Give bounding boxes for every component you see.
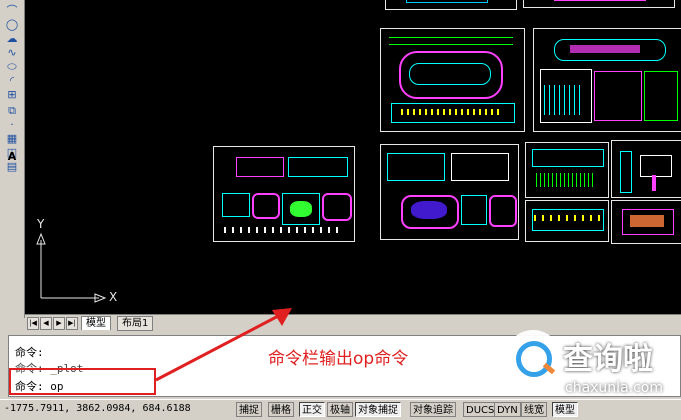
watermark-brand: 查询啦	[563, 342, 653, 377]
watermark: 查询啦 chaxunla.com	[497, 322, 681, 402]
drawing-sheet	[385, 0, 517, 10]
drawing-sheet	[611, 200, 681, 244]
drawing-sheet	[380, 28, 525, 132]
watermark-domain: chaxunla.com	[565, 380, 663, 396]
drawing-sheet	[525, 142, 609, 198]
drawing-area[interactable]: Y X	[25, 0, 681, 314]
last-tab-button[interactable]: ▶|	[66, 317, 78, 330]
toggle-snap[interactable]: 捕捉	[236, 402, 262, 417]
coordinate-readout: -1775.7911, 3862.0984, 684.6188	[4, 403, 191, 414]
ucs-x-label: X	[109, 290, 118, 304]
watermark-logo-icon	[505, 330, 561, 386]
command-history-line: 命令:	[15, 346, 44, 359]
spline-icon[interactable]: ∿	[5, 46, 19, 59]
first-tab-button[interactable]: |◀	[27, 317, 39, 330]
toggle-lineweight[interactable]: 线宽	[521, 402, 547, 417]
ellipse-arc-icon[interactable]: ◜	[5, 74, 19, 87]
drawing-sheet	[611, 140, 681, 198]
tab-layout1[interactable]: 布局1	[117, 316, 154, 331]
drawing-sheet	[380, 144, 519, 240]
drawing-sheet	[213, 146, 355, 242]
circle-icon[interactable]: ◯	[5, 18, 19, 31]
hatch-icon[interactable]: ▦	[5, 132, 19, 145]
toggle-grid[interactable]: 栅格	[268, 402, 294, 417]
annotation-text: 命令栏输出op命令	[268, 349, 409, 369]
arc-icon[interactable]: ⌒	[5, 4, 19, 17]
annotation-arrow	[155, 308, 292, 382]
insert-block-icon[interactable]: ⊞	[5, 88, 19, 101]
annotation-highlight-box	[9, 368, 156, 395]
revision-cloud-icon[interactable]: ☁	[5, 32, 19, 45]
draw-toolbar: ⌒ ◯ ☁ ∿ ⬭ ◜ ⊞ ⧉ · ▦ ◫ ▤ A	[0, 0, 25, 318]
tab-model[interactable]: 模型	[81, 316, 111, 330]
status-bar: -1775.7911, 3862.0984, 684.6188 捕捉 栅格 正交…	[0, 399, 681, 420]
drawing-sheet	[533, 28, 681, 132]
point-icon[interactable]: ·	[5, 118, 19, 131]
toggle-ducs[interactable]: DUCS	[463, 402, 498, 417]
ucs-icon	[36, 232, 107, 303]
toggle-otrack[interactable]: 对象追踪	[410, 402, 456, 417]
drawing-sheet	[523, 0, 675, 8]
toggle-dyn[interactable]: DYN	[494, 402, 521, 417]
drawing-sheet	[525, 200, 609, 242]
text-tool-icon[interactable]: A	[5, 150, 19, 163]
next-tab-button[interactable]: ▶	[53, 317, 65, 330]
ucs-y-label: Y	[37, 217, 45, 231]
ellipse-icon[interactable]: ⬭	[5, 60, 19, 73]
make-block-icon[interactable]: ⧉	[5, 104, 19, 117]
toggle-osnap[interactable]: 对象捕捉	[355, 402, 401, 417]
toggle-model[interactable]: 模型	[552, 402, 578, 417]
toggle-polar[interactable]: 极轴	[327, 402, 353, 417]
toggle-ortho[interactable]: 正交	[299, 402, 325, 417]
prev-tab-button[interactable]: ◀	[40, 317, 52, 330]
